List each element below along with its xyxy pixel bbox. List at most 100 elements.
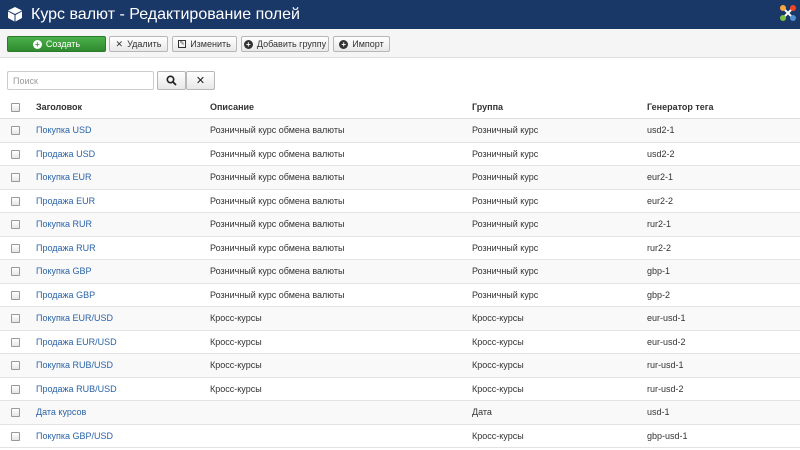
- field-title-link[interactable]: Дата курсов: [36, 401, 86, 424]
- table-row: Покупка RUR Розничный курс обмена валюты Р…: [0, 213, 800, 237]
- field-title-link[interactable]: Покупка EUR: [36, 166, 92, 189]
- field-title-link[interactable]: Продажа USD: [36, 143, 95, 166]
- table-row: Продажа GBP Розничный курс обмена валюты Р…: [0, 283, 800, 307]
- field-tag: rur2-2: [647, 242, 672, 253]
- cube-icon: [8, 7, 22, 22]
- select-all-checkbox[interactable]: [11, 103, 20, 112]
- add-group-button-label: Добавить группу: [256, 39, 327, 49]
- table-row: Покупка GBP/USD Кросс-курсы gbp-usd-1: [0, 424, 800, 448]
- row-checkbox[interactable]: [11, 314, 20, 324]
- table-row: Продажа EUR Розничный курс обмена валюты Р…: [0, 189, 800, 213]
- table-row: Продажа EUR/USD Кросс-курсы Кросс-курсы eur…: [0, 330, 800, 354]
- edit-button-label: Изменить: [190, 39, 231, 49]
- app-header: Курс валют - Редактирование полей: [0, 0, 800, 29]
- row-checkbox[interactable]: [11, 361, 20, 371]
- field-tag: eur2-1: [647, 172, 674, 183]
- table-row: Покупка USD Розничный курс обмена валюты Р…: [0, 119, 800, 143]
- edit-button[interactable]: ✎ Изменить: [172, 36, 237, 52]
- field-title-link[interactable]: Покупка RUR: [36, 213, 92, 236]
- column-header-group[interactable]: Группа: [472, 96, 503, 118]
- field-title-link[interactable]: Продажа EUR: [36, 190, 95, 213]
- field-title-link[interactable]: Продажа EUR/USD: [36, 331, 117, 354]
- field-tag: rur2-1: [647, 219, 672, 230]
- field-tag: eur-usd-1: [647, 313, 686, 324]
- field-description: Розничный курс обмена валюты: [210, 289, 345, 300]
- table-row: Покупка GBP Розничный курс обмена валюты Р…: [0, 260, 800, 284]
- column-header-title[interactable]: Заголовок: [36, 96, 82, 118]
- column-header-description[interactable]: Описание: [210, 96, 254, 118]
- field-tag: usd2-2: [647, 148, 675, 159]
- field-description: Розничный курс обмена валюты: [210, 242, 345, 253]
- table-row: Продажа USD Розничный курс обмена валюты Р…: [0, 142, 800, 166]
- field-group: Розничный курс: [472, 172, 539, 183]
- delete-button[interactable]: ✕ Удалить: [109, 36, 168, 52]
- field-description: Кросс-курсы: [210, 313, 262, 324]
- plus-circle-icon: +: [243, 39, 253, 49]
- field-group: Кросс-курсы: [472, 336, 524, 347]
- table-row: Продажа RUR Розничный курс обмена валюты Р…: [0, 236, 800, 260]
- field-group: Розничный курс: [472, 266, 539, 277]
- x-icon: ✕: [115, 38, 124, 49]
- field-group: Розничный курс: [472, 195, 539, 206]
- field-title-link[interactable]: Покупка GBP: [36, 260, 92, 283]
- field-description: Розничный курс обмена валюты: [210, 195, 345, 206]
- field-description: Розничный курс обмена валюты: [210, 266, 345, 277]
- row-checkbox[interactable]: [11, 337, 20, 347]
- row-checkbox[interactable]: [11, 431, 20, 441]
- create-button-label: Создать: [45, 39, 81, 49]
- row-checkbox[interactable]: [11, 126, 20, 136]
- row-checkbox[interactable]: [11, 267, 20, 277]
- row-checkbox[interactable]: [11, 196, 20, 206]
- create-button[interactable]: + Создать: [7, 36, 106, 52]
- add-group-button[interactable]: + Добавить группу: [241, 36, 329, 52]
- field-tag: rur-usd-2: [647, 383, 684, 394]
- search-input[interactable]: [7, 71, 154, 90]
- field-description: Розничный курс обмена валюты: [210, 219, 345, 230]
- field-description: Розничный курс обмена валюты: [210, 148, 345, 159]
- field-tag: rur-usd-1: [647, 360, 684, 371]
- table-row: Покупка EUR Розничный курс обмена валюты Р…: [0, 166, 800, 190]
- row-checkbox[interactable]: [11, 173, 20, 183]
- row-checkbox[interactable]: [11, 243, 20, 253]
- import-button-label: Импорт: [352, 39, 384, 49]
- field-title-link[interactable]: Продажа GBP: [36, 284, 95, 307]
- plus-circle-icon: +: [339, 39, 349, 49]
- field-title-link[interactable]: Покупка EUR/USD: [36, 307, 113, 330]
- row-checkbox[interactable]: [11, 408, 20, 418]
- field-title-link[interactable]: Покупка RUB/USD: [36, 354, 113, 377]
- field-tag: eur2-2: [647, 195, 674, 206]
- field-description: Кросс-курсы: [210, 360, 262, 371]
- table-body: Покупка USD Розничный курс обмена валюты Р…: [0, 119, 800, 448]
- field-description: Кросс-курсы: [210, 383, 262, 394]
- field-group: Дата: [472, 407, 492, 418]
- field-group: Розничный курс: [472, 289, 539, 300]
- row-checkbox[interactable]: [11, 384, 20, 394]
- column-header-tag[interactable]: Генератор тега: [647, 96, 714, 118]
- import-button[interactable]: + Импорт: [333, 36, 390, 52]
- field-tag: gbp-2: [647, 289, 671, 300]
- plus-circle-icon: +: [32, 39, 42, 49]
- field-tag: gbp-usd-1: [647, 430, 688, 441]
- row-checkbox[interactable]: [11, 220, 20, 230]
- field-group: Розничный курс: [472, 219, 539, 230]
- field-group: Кросс-курсы: [472, 430, 524, 441]
- fields-table: Заголовок Описание Группа Генератор тега…: [0, 96, 800, 448]
- close-icon: ✕: [195, 75, 206, 87]
- search-button[interactable]: [157, 71, 186, 90]
- joomla-logo-icon[interactable]: [778, 3, 798, 23]
- field-title-link[interactable]: Продажа RUR: [36, 237, 96, 260]
- row-checkbox[interactable]: [11, 290, 20, 300]
- field-title-link[interactable]: Продажа RUB/USD: [36, 378, 117, 401]
- table-row: Дата курсов Дата usd-1: [0, 401, 800, 425]
- clear-search-button[interactable]: ✕: [186, 71, 215, 90]
- delete-button-label: Удалить: [127, 39, 162, 49]
- field-title-link[interactable]: Покупка GBP/USD: [36, 425, 113, 448]
- toolbar: + Создать ✕ Удалить ✎ Изменить + Добавит…: [0, 29, 800, 58]
- field-tag: eur-usd-2: [647, 336, 686, 347]
- edit-icon: ✎: [178, 40, 187, 48]
- field-group: Кросс-курсы: [472, 360, 524, 371]
- field-group: Кросс-курсы: [472, 383, 524, 394]
- table-row: Покупка EUR/USD Кросс-курсы Кросс-курсы eur…: [0, 307, 800, 331]
- row-checkbox[interactable]: [11, 149, 20, 159]
- field-title-link[interactable]: Покупка USD: [36, 119, 92, 142]
